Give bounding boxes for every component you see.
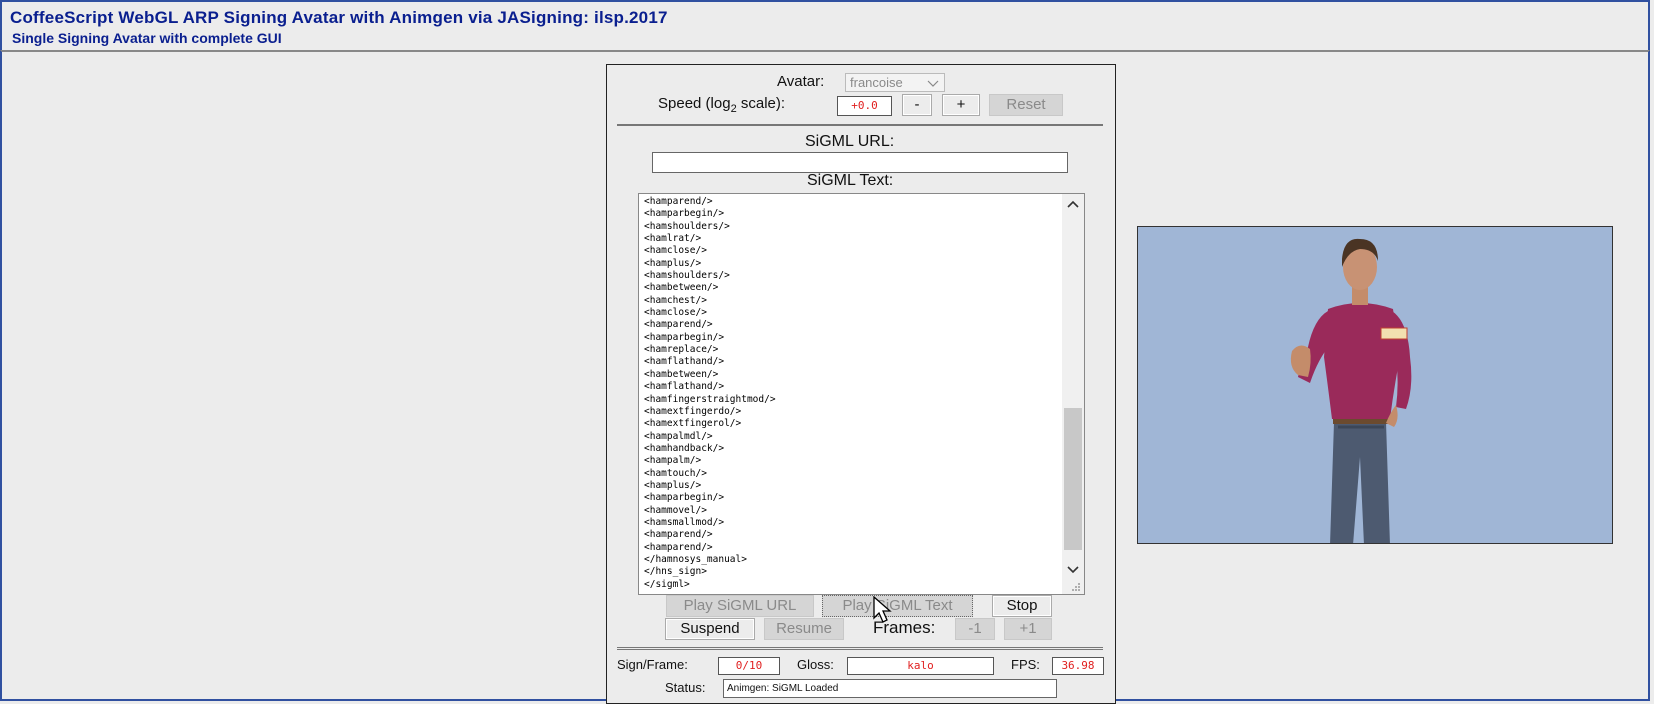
speed-increase-button[interactable]: + xyxy=(942,94,980,116)
code-line: <hamextfingerol/> xyxy=(644,418,742,430)
page-title: CoffeeScript WebGL ARP Signing Avatar wi… xyxy=(10,8,668,27)
chevron-up-icon[interactable] xyxy=(1067,200,1079,208)
sigml-scrollbar[interactable] xyxy=(1062,194,1084,594)
chevron-down-icon[interactable] xyxy=(1067,566,1079,574)
page-subtitle: Single Signing Avatar with complete GUI xyxy=(12,30,282,46)
code-line: <hamparend/> xyxy=(644,196,713,207)
code-line: <hampalm/> xyxy=(644,455,702,467)
code-line: <hamparend/> xyxy=(644,529,713,541)
sign-frame-label: Sign/Frame: xyxy=(617,657,688,672)
speed-value-field[interactable]: +0.0 xyxy=(837,96,892,116)
code-line: <hamextfingerdo/> xyxy=(644,405,742,417)
gloss-label: Gloss: xyxy=(797,657,834,672)
mouse-pointer-icon xyxy=(873,596,892,623)
chevron-down-icon xyxy=(927,80,939,87)
resize-grip-icon[interactable] xyxy=(1072,583,1081,592)
resume-button[interactable]: Resume xyxy=(764,618,844,640)
sigml-code: <hamparend/> <hamparbegin/> <hamshoulders/… xyxy=(644,196,776,591)
code-line: <hamplus/> xyxy=(644,479,702,491)
divider xyxy=(617,124,1103,126)
suspend-button[interactable]: Suspend xyxy=(665,618,755,640)
stop-button[interactable]: Stop xyxy=(992,595,1052,617)
sigml-text-label: SiGML Text: xyxy=(807,172,894,189)
code-line: <hamlrat/> xyxy=(644,233,702,245)
code-line: <hamparbegin/> xyxy=(644,208,725,220)
fps-label: FPS: xyxy=(1011,657,1040,672)
code-line: <hamflathand/> xyxy=(644,356,725,368)
code-line: <hamreplace/> xyxy=(644,344,719,356)
code-line: <hamshoulders/> xyxy=(644,220,730,232)
fps-value: 36.98 xyxy=(1052,657,1104,675)
speed-label: Speed (log2 scale): xyxy=(658,95,786,115)
code-line: <hammovel/> xyxy=(644,504,707,516)
sigml-url-input[interactable] xyxy=(652,152,1068,173)
divider xyxy=(617,647,1103,650)
code-line: <hamparend/> xyxy=(644,319,713,331)
control-panel: Avatar: francoise Speed (log2 scale): +0… xyxy=(606,64,1116,704)
code-line: <hamparbegin/> xyxy=(644,492,725,504)
code-line: <hamshoulders/> xyxy=(644,270,730,282)
status-label: Status: xyxy=(665,680,706,695)
code-line: </sigml> xyxy=(644,578,690,590)
code-line: <hamfingerstraightmod/> xyxy=(644,393,776,405)
status-value: Animgen: SiGML Loaded xyxy=(723,679,1057,698)
code-line: <hamtouch/> xyxy=(644,467,707,479)
code-line: <hampalmdl/> xyxy=(644,430,713,442)
code-line: <hamflathand/> xyxy=(644,381,725,393)
code-line: <hamsmallmod/> xyxy=(644,516,725,528)
gloss-value: kalo xyxy=(847,657,994,675)
avatar-select-value: francoise xyxy=(850,75,903,90)
frame-forward-button[interactable]: +1 xyxy=(1004,618,1052,640)
code-line: <hambetween/> xyxy=(644,282,719,294)
code-line: </hns_sign> xyxy=(644,566,707,578)
sigml-text-area[interactable]: <hamparend/> <hamparbegin/> <hamshoulders/… xyxy=(638,193,1085,595)
avatar-select[interactable]: francoise xyxy=(845,73,945,92)
code-line: <hambetween/> xyxy=(644,368,719,380)
code-line: <hamparend/> xyxy=(644,541,713,553)
play-sigml-url-button[interactable]: Play SiGML URL xyxy=(666,595,814,617)
avatar-label: Avatar: xyxy=(777,73,825,90)
code-line: <hamparbegin/> xyxy=(644,331,725,343)
code-line: </hamnosys_manual> xyxy=(644,553,747,565)
speed-reset-button[interactable]: Reset xyxy=(989,94,1063,116)
play-sigml-text-button[interactable]: Play SiGML Text xyxy=(822,595,973,617)
signing-avatar-figure xyxy=(1290,238,1412,543)
code-line: <hamclose/> xyxy=(644,245,707,257)
speed-decrease-button[interactable]: - xyxy=(902,94,932,116)
sign-frame-value: 0/10 xyxy=(718,657,780,675)
avatar-viewport[interactable] xyxy=(1137,226,1613,544)
page-header: CoffeeScript WebGL ARP Signing Avatar wi… xyxy=(0,0,1650,50)
scrollbar-thumb[interactable] xyxy=(1064,408,1082,550)
sigml-url-label: SiGML URL: xyxy=(805,133,895,150)
code-line: <hamhandback/> xyxy=(644,442,725,454)
code-line: <hamchest/> xyxy=(644,294,707,306)
code-line: <hamplus/> xyxy=(644,257,702,269)
frame-back-button[interactable]: -1 xyxy=(955,618,995,640)
code-line: <hamclose/> xyxy=(644,307,707,319)
